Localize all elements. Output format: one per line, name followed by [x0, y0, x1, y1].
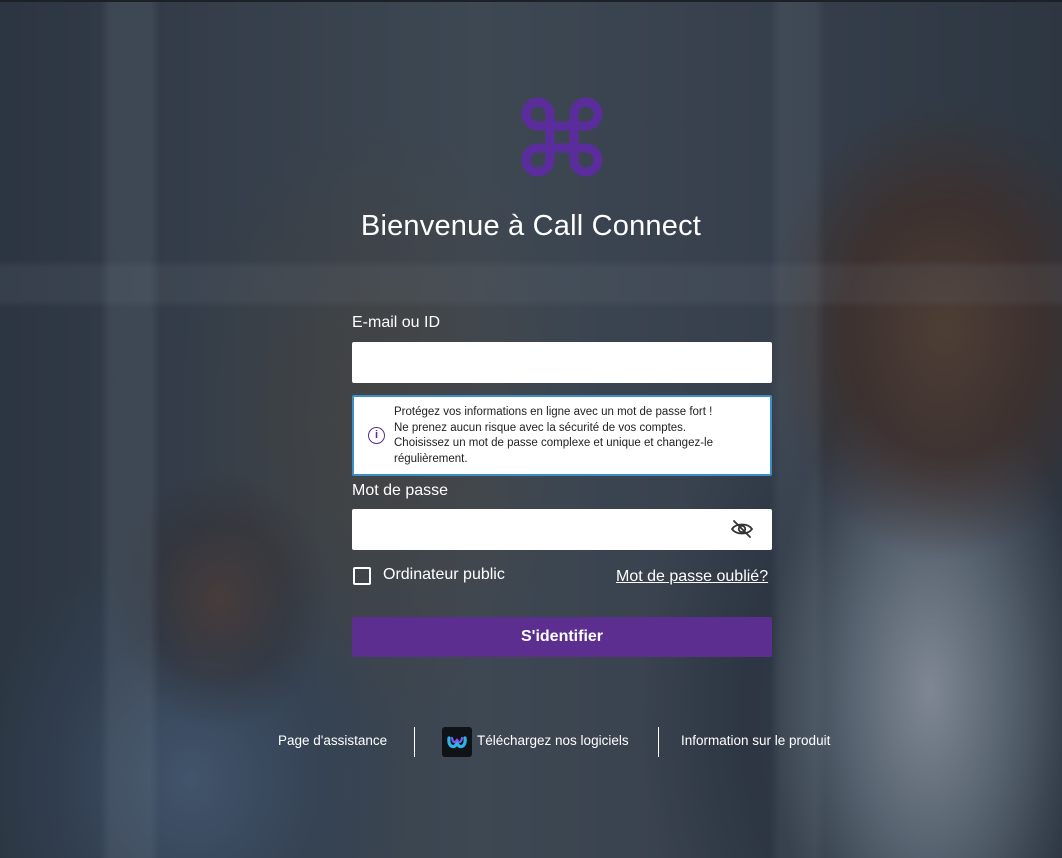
signin-button[interactable]: S'identifier	[352, 617, 772, 657]
footer-divider	[658, 727, 659, 757]
download-software-link[interactable]: Téléchargez nos logiciels	[477, 733, 629, 748]
page-title: Bienvenue à Call Connect	[360, 210, 702, 242]
password-tip-tooltip: i Protégez vos informations en ligne ave…	[352, 395, 772, 476]
password-field[interactable]	[352, 509, 772, 550]
public-computer-label: Ordinateur public	[383, 566, 505, 583]
product-info-link[interactable]: Information sur le produit	[681, 733, 830, 748]
password-label: Mot de passe	[352, 482, 449, 499]
eye-slash-icon[interactable]	[730, 518, 754, 540]
command-key-logo-icon	[521, 97, 603, 177]
forgot-password-link[interactable]: Mot de passe oublié?	[616, 568, 768, 586]
password-tip-text: Protégez vos informations en ligne avec …	[394, 406, 713, 465]
support-page-link[interactable]: Page d'assistance	[278, 733, 387, 748]
public-computer-checkbox[interactable]	[353, 567, 371, 585]
email-label: E-mail ou ID	[352, 314, 441, 331]
webex-icon[interactable]	[442, 727, 472, 757]
info-icon: i	[368, 427, 385, 444]
email-field[interactable]	[352, 342, 772, 383]
top-border	[0, 0, 1062, 2]
footer-divider	[414, 727, 415, 757]
